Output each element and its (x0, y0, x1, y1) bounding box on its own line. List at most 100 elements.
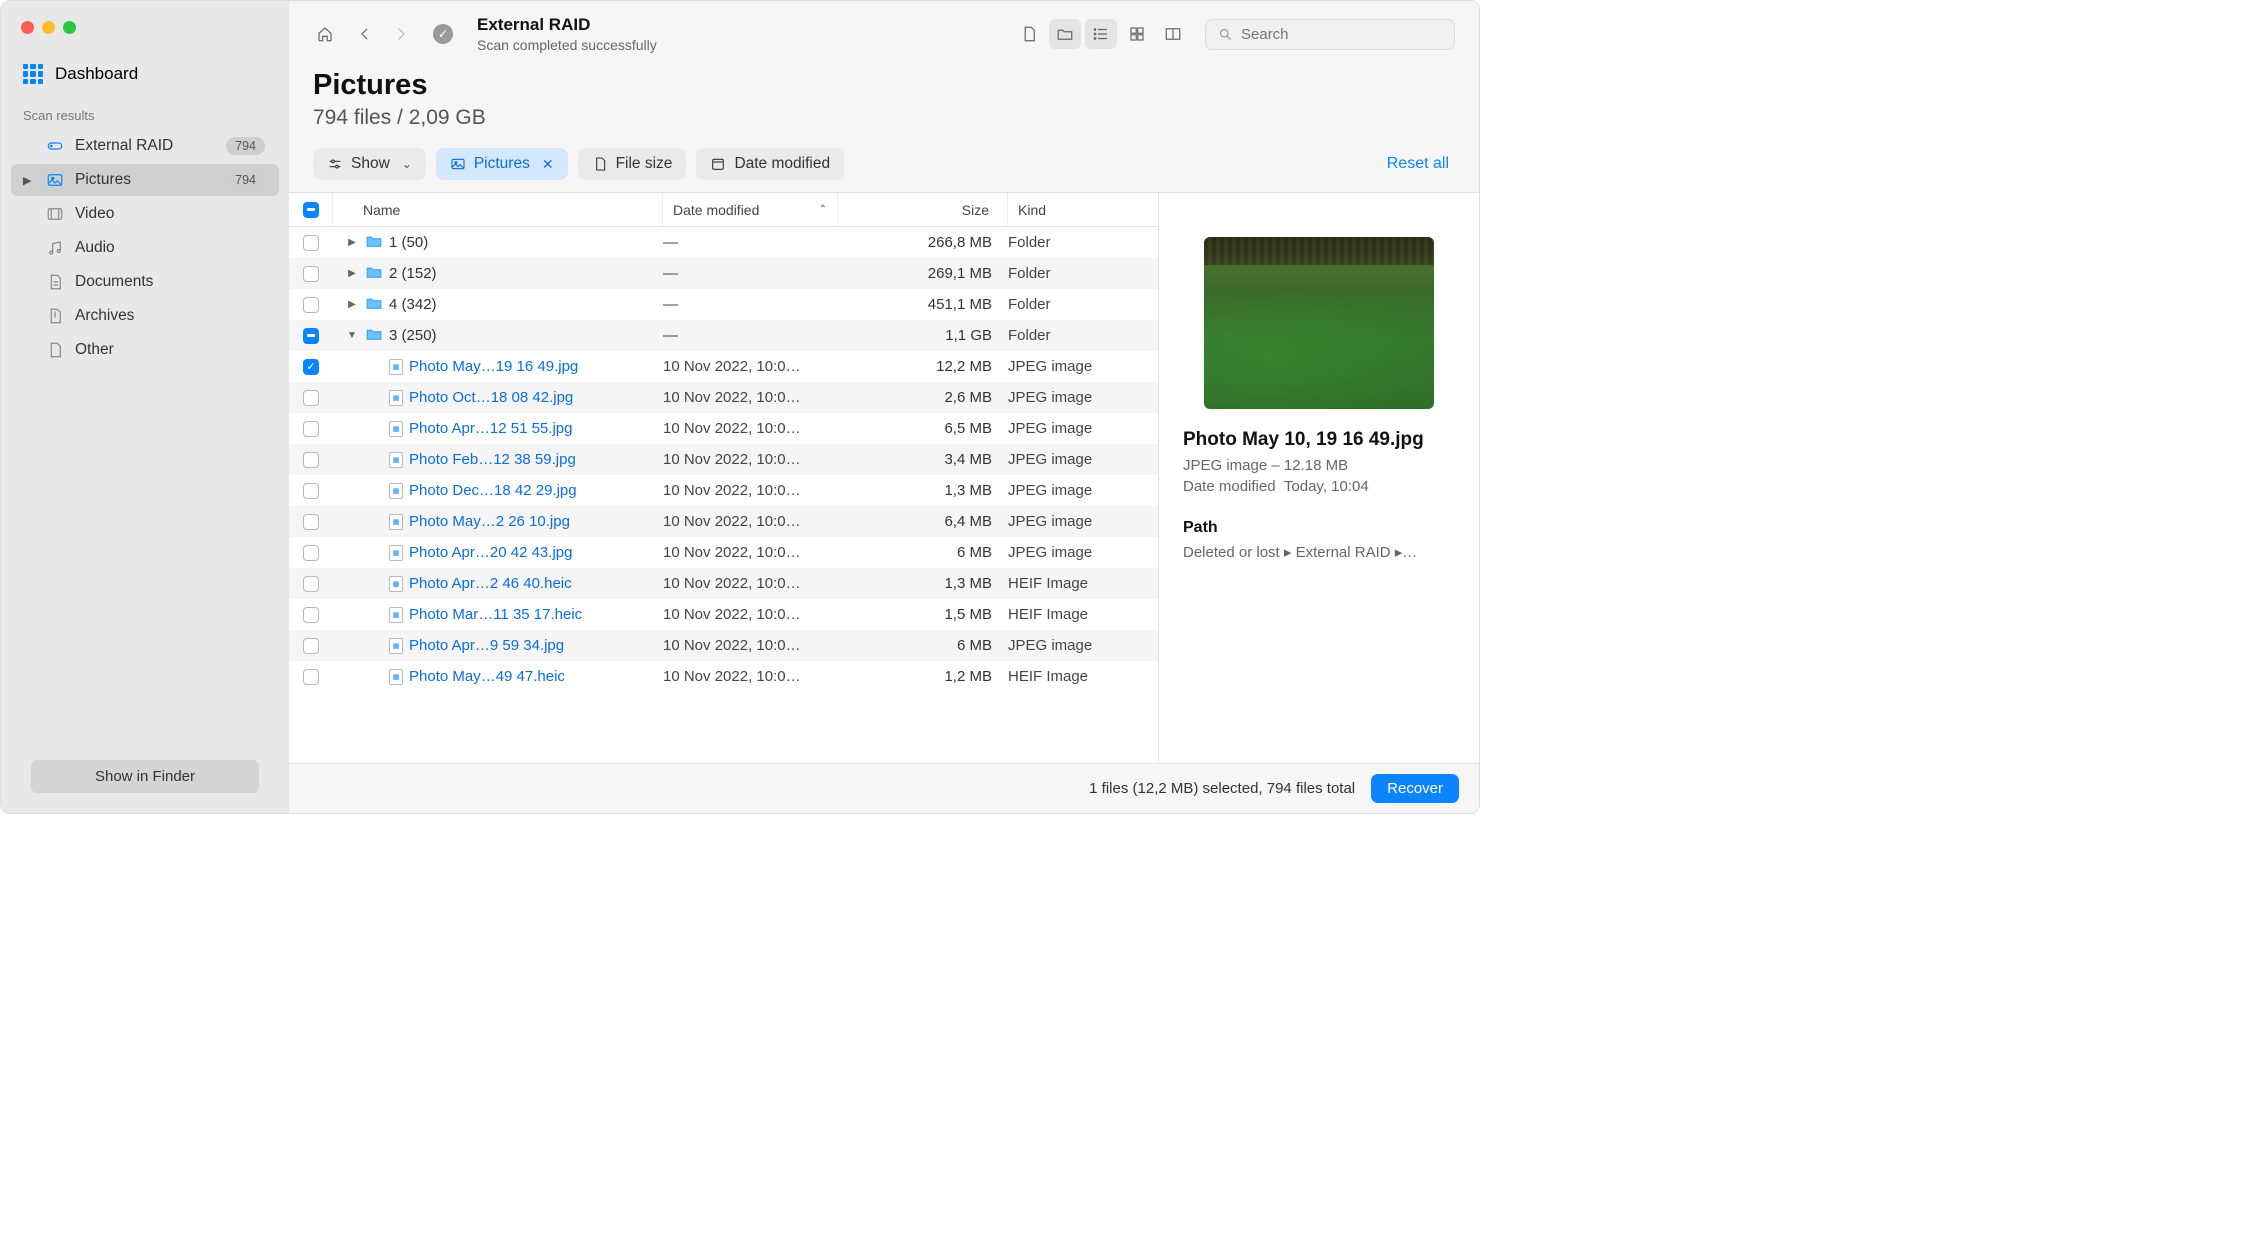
table-row[interactable]: ▦Photo Apr…12 51 55.jpg10 Nov 2022, 10:0… (289, 413, 1158, 444)
row-checkbox[interactable] (303, 483, 319, 499)
file-kind: JPEG image (1008, 389, 1158, 406)
file-kind: HEIF Image (1008, 575, 1158, 592)
table-row[interactable]: ▶4 (342)—451,1 MBFolder (289, 289, 1158, 320)
table-row[interactable]: ▶2 (152)—269,1 MBFolder (289, 258, 1158, 289)
file-name: Photo Apr…9 59 34.jpg (409, 637, 564, 654)
sidebar-item-other[interactable]: Other (11, 334, 279, 366)
table-row[interactable]: ▦Photo Mar…11 35 17.heic10 Nov 2022, 10:… (289, 599, 1158, 630)
file-date: 10 Nov 2022, 10:0… (663, 575, 838, 592)
row-checkbox[interactable] (303, 390, 319, 406)
nav-forward-button[interactable] (385, 19, 417, 49)
table-row[interactable]: ▶1 (50)—266,8 MBFolder (289, 227, 1158, 258)
location-title: External RAID (477, 15, 657, 35)
home-button[interactable] (309, 19, 341, 49)
file-name: Photo Dec…18 42 29.jpg (409, 482, 577, 499)
show-filter-button[interactable]: Show ⌄ (313, 148, 426, 180)
row-checkbox[interactable] (303, 545, 319, 561)
file-name: Photo Apr…2 46 40.heic (409, 575, 572, 592)
reset-all-link[interactable]: Reset all (1387, 155, 1449, 173)
column-size[interactable]: Size (838, 193, 1008, 226)
maximize-window-icon[interactable] (63, 21, 76, 34)
sidebar-item-archives[interactable]: Archives (11, 300, 279, 332)
table-row[interactable]: ▦Photo Dec…18 42 29.jpg10 Nov 2022, 10:0… (289, 475, 1158, 506)
remove-chip-icon[interactable]: ✕ (542, 156, 554, 173)
table-row[interactable]: ▦Photo Feb…12 38 59.jpg10 Nov 2022, 10:0… (289, 444, 1158, 475)
folder-icon (365, 294, 383, 316)
minimize-window-icon[interactable] (42, 21, 55, 34)
table-row[interactable]: ▼3 (250)—1,1 GBFolder (289, 320, 1158, 351)
row-checkbox[interactable] (303, 576, 319, 592)
column-kind[interactable]: Kind (1008, 193, 1158, 226)
row-checkbox[interactable] (303, 421, 319, 437)
row-checkbox[interactable] (303, 266, 319, 282)
table-row[interactable]: ▦Photo May…2 26 10.jpg10 Nov 2022, 10:0…… (289, 506, 1158, 537)
row-checkbox[interactable] (303, 328, 319, 344)
sidebar-item-documents[interactable]: Documents (11, 266, 279, 298)
file-table: Name Date modified⌃ Size Kind ▶1 (50)—26… (289, 193, 1159, 763)
chevron-right-icon[interactable]: ▶ (23, 174, 35, 187)
search-input[interactable] (1241, 26, 1442, 43)
nav-back-button[interactable] (349, 19, 381, 49)
sidebar-item-label: Other (75, 341, 114, 359)
row-checkbox[interactable]: ✓ (303, 359, 319, 375)
table-row[interactable]: ▦Photo May…49 47.heic10 Nov 2022, 10:0…1… (289, 661, 1158, 692)
file-name: Photo Mar…11 35 17.heic (409, 606, 582, 623)
row-checkbox[interactable] (303, 638, 319, 654)
table-row[interactable]: ✓▦Photo May…19 16 49.jpg10 Nov 2022, 10:… (289, 351, 1158, 382)
table-row[interactable]: ▦Photo Apr…2 46 40.heic10 Nov 2022, 10:0… (289, 568, 1158, 599)
chevron-right-icon[interactable]: ▶ (345, 268, 359, 279)
file-kind: JPEG image (1008, 513, 1158, 530)
pictures-filter-chip[interactable]: Pictures ✕ (436, 148, 568, 180)
image-file-icon: ▦ (389, 607, 403, 623)
row-checkbox[interactable] (303, 452, 319, 468)
file-date: 10 Nov 2022, 10:0… (663, 482, 838, 499)
sidebar-item-dashboard[interactable]: Dashboard (1, 54, 289, 100)
row-checkbox[interactable] (303, 607, 319, 623)
row-checkbox[interactable] (303, 235, 319, 251)
chip-label: Pictures (474, 155, 530, 173)
count-badge: 794 (226, 137, 265, 155)
sidebar-item-label: Audio (75, 239, 115, 257)
table-row[interactable]: ▦Photo Oct…18 08 42.jpg10 Nov 2022, 10:0… (289, 382, 1158, 413)
sidebar-item-video[interactable]: Video (11, 198, 279, 230)
image-file-icon: ▦ (389, 669, 403, 685)
view-grid-icon[interactable] (1121, 19, 1153, 49)
row-checkbox[interactable] (303, 514, 319, 530)
file-date: — (663, 265, 838, 282)
chevron-right-icon[interactable]: ▶ (345, 237, 359, 248)
sidebar-item-audio[interactable]: Audio (11, 232, 279, 264)
file-date: — (663, 296, 838, 313)
view-document-icon[interactable] (1013, 19, 1045, 49)
chevron-right-icon[interactable]: ▶ (345, 299, 359, 310)
show-in-finder-button[interactable]: Show in Finder (31, 760, 259, 793)
file-name: 1 (50) (389, 234, 428, 251)
folder-icon (365, 263, 383, 285)
file-name: Photo Apr…20 42 43.jpg (409, 544, 572, 561)
sidebar-item-external-raid[interactable]: External RAID 794 (11, 130, 279, 162)
sidebar-item-pictures[interactable]: ▶ Pictures 794 (11, 164, 279, 196)
search-field[interactable] (1205, 19, 1455, 50)
folder-icon (365, 232, 383, 254)
row-checkbox[interactable] (303, 669, 319, 685)
chevron-down-icon[interactable]: ▼ (345, 330, 359, 341)
file-date: 10 Nov 2022, 10:0… (663, 358, 838, 375)
datemodified-filter-button[interactable]: Date modified (696, 148, 844, 180)
recover-button[interactable]: Recover (1371, 774, 1459, 803)
close-window-icon[interactable] (21, 21, 34, 34)
file-name: Photo May…49 47.heic (409, 668, 565, 685)
view-folder-icon[interactable] (1049, 19, 1081, 49)
file-size: 6,4 MB (838, 513, 1008, 530)
column-name[interactable]: Name (333, 193, 663, 226)
sidebar-section-label: Scan results (1, 100, 289, 129)
page-header: Pictures 794 files / 2,09 GB (289, 65, 1479, 148)
file-kind: JPEG image (1008, 637, 1158, 654)
file-size: 6,5 MB (838, 420, 1008, 437)
filesize-filter-button[interactable]: File size (578, 148, 687, 180)
select-all-checkbox[interactable] (289, 193, 333, 226)
view-columns-icon[interactable] (1157, 19, 1189, 49)
table-row[interactable]: ▦Photo Apr…9 59 34.jpg10 Nov 2022, 10:0…… (289, 630, 1158, 661)
view-list-icon[interactable] (1085, 19, 1117, 49)
table-row[interactable]: ▦Photo Apr…20 42 43.jpg10 Nov 2022, 10:0… (289, 537, 1158, 568)
column-date-modified[interactable]: Date modified⌃ (663, 193, 838, 226)
row-checkbox[interactable] (303, 297, 319, 313)
